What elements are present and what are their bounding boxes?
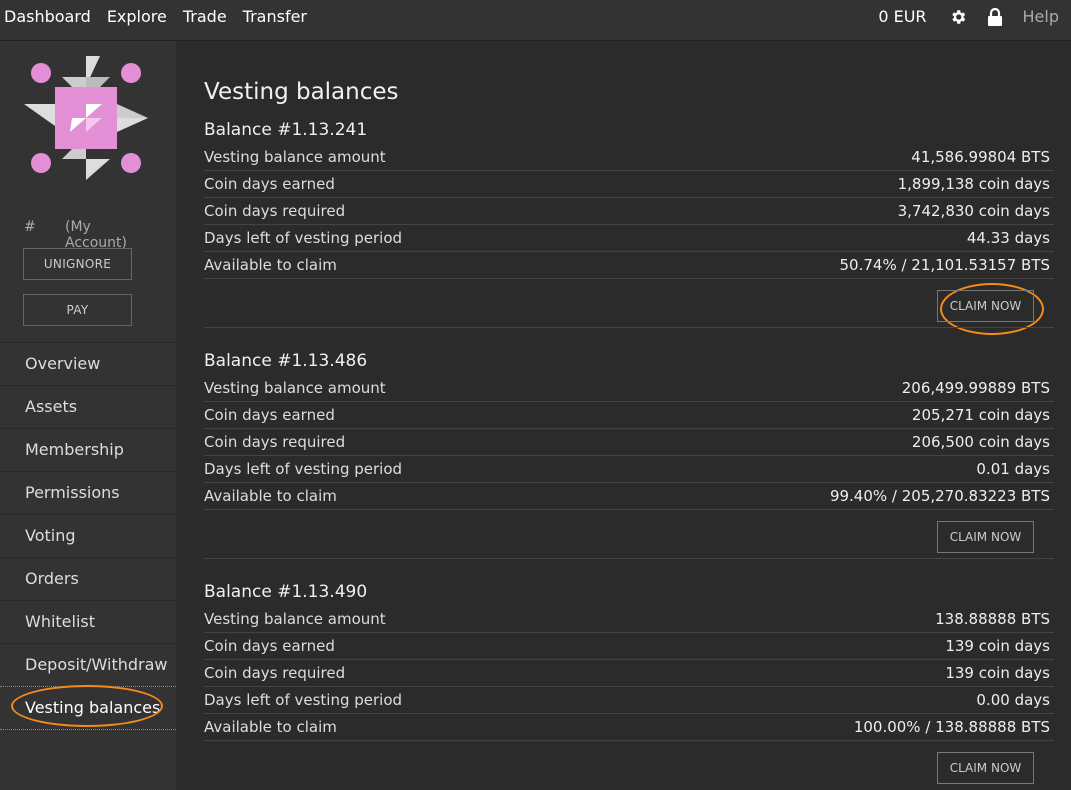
nav-explore[interactable]: Explore [107,7,167,26]
balance-separator [204,558,1054,559]
account-sidebar: # (My Account) UNIGNORE PAY Overview Ass… [0,41,176,790]
balance-row: Available to claim 50.74% / 21,101.53157 … [204,252,1054,279]
balance-row: Coin days required 139 coin days [204,660,1054,687]
balance-rows: Vesting balance amount 138.88888 BTS Coin… [204,606,1054,741]
claim-now-button[interactable]: CLAIM NOW [937,521,1034,553]
balance-row: Vesting balance amount 206,499.99889 BTS [204,375,1054,402]
balance-row: Coin days earned 1,899,138 coin days [204,171,1054,198]
balance-rows: Vesting balance amount 41,586.99804 BTS C… [204,144,1054,279]
balance-row: Coin days required 3,742,830 coin days [204,198,1054,225]
row-value: 0.00 days [976,691,1050,709]
page-title: Vesting balances [204,79,399,105]
sidebar-item-voting[interactable]: Voting [0,514,176,557]
nav-transfer[interactable]: Transfer [243,7,307,26]
row-label: Days left of vesting period [204,691,403,709]
row-label: Coin days required [204,433,346,451]
row-label: Days left of vesting period [204,460,403,478]
row-value: 206,500 coin days [911,433,1050,451]
row-label: Vesting balance amount [204,148,386,166]
row-value: 3,742,830 coin days [897,202,1050,220]
unignore-button[interactable]: UNIGNORE [23,248,132,280]
row-label: Coin days required [204,664,346,682]
nav-dashboard[interactable]: Dashboard [4,7,91,26]
row-value: 99.40% / 205,270.83223 BTS [829,487,1050,505]
account-balance[interactable]: 0 EUR [878,7,926,26]
topbar-right: 0 EUR Help [878,7,1059,26]
balance-title: Balance #1.13.241 [204,120,368,140]
row-label: Coin days earned [204,406,335,424]
balance-row: Coin days earned 205,271 coin days [204,402,1054,429]
row-value: 139 coin days [945,637,1050,655]
account-avatar [24,56,148,180]
row-label: Vesting balance amount [204,610,386,628]
row-value: 100.00% / 138.88888 BTS [853,718,1050,736]
row-label: Coin days earned [204,637,335,655]
gear-icon[interactable] [949,8,967,26]
row-label: Coin days required [204,202,346,220]
balance-title: Balance #1.13.490 [204,582,368,602]
balance-row: Available to claim 100.00% / 138.88888 BT… [204,714,1054,741]
balance-row: Coin days required 206,500 coin days [204,429,1054,456]
row-value: 139 coin days [945,664,1050,682]
pay-button[interactable]: PAY [23,294,132,326]
top-navigation-bar: Dashboard Explore Trade Transfer 0 EUR H… [0,0,1071,41]
balance-rows: Vesting balance amount 206,499.99889 BTS … [204,375,1054,510]
claim-now-button[interactable]: CLAIM NOW [937,752,1034,784]
row-value: 41,586.99804 BTS [911,148,1050,166]
balance-row: Vesting balance amount 41,586.99804 BTS [204,144,1054,171]
sidebar-item-permissions[interactable]: Permissions [0,471,176,514]
balance-row: Days left of vesting period 0.00 days [204,687,1054,714]
row-label: Coin days earned [204,175,335,193]
main-nav: Dashboard Explore Trade Transfer [4,7,323,26]
sidebar-item-assets[interactable]: Assets [0,385,176,428]
account-menu: Overview Assets Membership Permissions V… [0,342,176,730]
sidebar-item-membership[interactable]: Membership [0,428,176,471]
row-label: Days left of vesting period [204,229,403,247]
balance-row: Coin days earned 139 coin days [204,633,1054,660]
row-value: 44.33 days [966,229,1050,247]
row-label: Available to claim [204,487,337,505]
row-label: Vesting balance amount [204,379,386,397]
row-value: 0.01 days [976,460,1050,478]
lock-icon[interactable] [987,7,1003,26]
sidebar-item-deposit-withdraw[interactable]: Deposit/Withdraw [0,643,176,686]
balance-row: Vesting balance amount 138.88888 BTS [204,606,1054,633]
balance-row: Days left of vesting period 44.33 days [204,225,1054,252]
sidebar-item-overview[interactable]: Overview [0,342,176,385]
row-value: 205,271 coin days [911,406,1050,424]
row-value: 1,899,138 coin days [897,175,1050,193]
sidebar-item-whitelist[interactable]: Whitelist [0,600,176,643]
sidebar-item-orders[interactable]: Orders [0,557,176,600]
row-label: Available to claim [204,256,337,274]
nav-trade[interactable]: Trade [183,7,227,26]
row-label: Available to claim [204,718,337,736]
row-value: 138.88888 BTS [935,610,1050,628]
balance-row: Available to claim 99.40% / 205,270.83223… [204,483,1054,510]
claim-now-button[interactable]: CLAIM NOW [937,290,1034,322]
row-value: 206,499.99889 BTS [901,379,1050,397]
help-link[interactable]: Help [1023,7,1059,26]
account-hash: # [24,219,36,235]
balance-title: Balance #1.13.486 [204,351,368,371]
balance-separator [204,327,1054,328]
balance-row: Days left of vesting period 0.01 days [204,456,1054,483]
account-name[interactable]: (My Account) [65,219,154,251]
sidebar-item-vesting-balances[interactable]: Vesting balances [0,686,176,730]
row-value: 50.74% / 21,101.53157 BTS [839,256,1051,274]
